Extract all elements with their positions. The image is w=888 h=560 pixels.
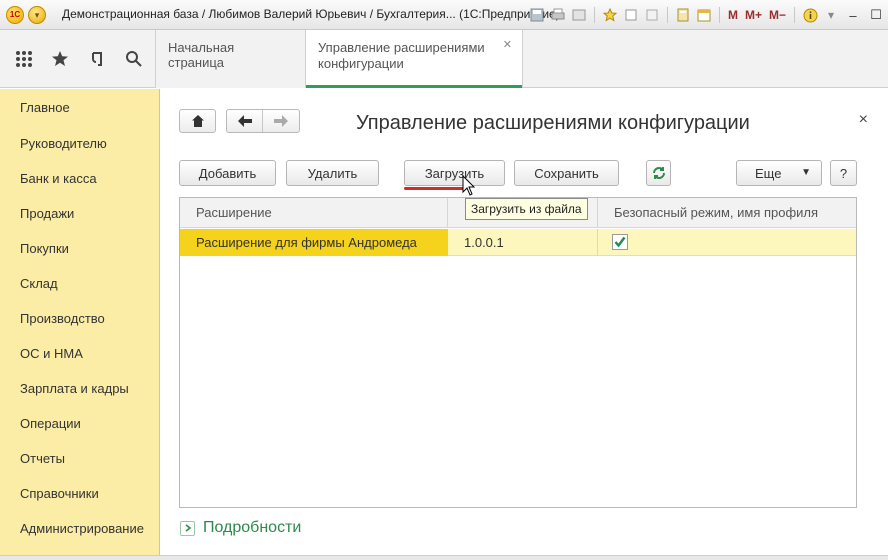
section-bar: Начальная страница Управление расширения…	[0, 30, 888, 88]
separator	[719, 7, 720, 23]
checkmark-icon	[614, 236, 626, 248]
tab-extensions[interactable]: Управление расширениями конфигурации ✕	[305, 30, 523, 88]
column-header-safe-mode[interactable]: Безопасный режим, имя профиля	[598, 198, 856, 228]
memory-plus-button[interactable]: M+	[743, 6, 764, 24]
help-button[interactable]: ?	[830, 160, 857, 186]
titlebar-tools: M M+ M− ▾ – ☐ ✕	[528, 5, 888, 25]
maximize-button[interactable]: ☐	[866, 6, 886, 24]
more-button[interactable]: Еще ▼	[736, 160, 822, 186]
search-icon[interactable]	[122, 47, 146, 71]
apps-grid-icon[interactable]	[12, 47, 36, 71]
history-icon[interactable]	[643, 6, 661, 24]
sidebar-item-manager[interactable]: Руководителю	[0, 126, 159, 161]
calculator-icon[interactable]	[674, 6, 692, 24]
refresh-icon	[652, 167, 665, 179]
print-icon[interactable]	[549, 6, 567, 24]
sidebar-item-sales[interactable]: Продажи	[0, 196, 159, 231]
window-title: Демонстрационная база / Любимов Валерий …	[62, 7, 560, 21]
preview-icon[interactable]	[570, 6, 588, 24]
close-form-button[interactable]: ×	[859, 111, 868, 129]
home-button[interactable]	[179, 109, 216, 133]
sidebar-item-main[interactable]: Главное	[0, 89, 159, 126]
save-icon[interactable]	[528, 6, 546, 24]
arrow-right-icon	[274, 115, 288, 127]
window-titlebar: 1C ▾ Демонстрационная база / Любимов Вал…	[0, 0, 888, 30]
tab-bar: Начальная страница Управление расширения…	[155, 30, 523, 88]
cell-version[interactable]: 1.0.0.1	[448, 229, 598, 256]
separator	[794, 7, 796, 23]
sidebar-item-assets[interactable]: ОС и НМА	[0, 336, 159, 371]
sidebar-item-payroll[interactable]: Зарплата и кадры	[0, 371, 159, 406]
sidebar-item-warehouse[interactable]: Склад	[0, 266, 159, 301]
arrow-left-icon	[237, 115, 252, 127]
highlight-underline	[404, 187, 464, 190]
load-button[interactable]: Загрузить	[404, 160, 505, 186]
delete-button[interactable]: Удалить	[286, 160, 379, 186]
sidebar-item-catalogs[interactable]: Справочники	[0, 476, 159, 511]
sidebar-item-bank[interactable]: Банк и касса	[0, 161, 159, 196]
load-tooltip: Загрузить из файла	[465, 198, 588, 220]
window-bottom-border	[0, 555, 888, 560]
main-content: Управление расширениями конфигурации × Д…	[160, 89, 888, 555]
info-dropdown-icon[interactable]: ▾	[822, 6, 840, 24]
tab-label: Начальная страница	[168, 40, 235, 70]
details-toggle[interactable]: Подробности	[180, 519, 301, 537]
minimize-button[interactable]: –	[843, 6, 863, 24]
sidebar-item-operations[interactable]: Операции	[0, 406, 159, 441]
link-icon[interactable]	[622, 6, 640, 24]
favorites-star-icon[interactable]	[48, 47, 72, 71]
main-menu-icon[interactable]: ▾	[28, 6, 46, 24]
history-icon[interactable]	[86, 47, 110, 71]
sidebar-item-reports[interactable]: Отчеты	[0, 441, 159, 476]
column-header-extension[interactable]: Расширение	[180, 198, 448, 228]
memory-minus-button[interactable]: M−	[767, 6, 788, 24]
mouse-cursor-icon	[462, 175, 476, 196]
nav-history-group	[226, 109, 300, 133]
calendar-icon[interactable]	[695, 6, 713, 24]
sidebar-item-purchases[interactable]: Покупки	[0, 231, 159, 266]
chevron-down-icon: ▼	[801, 167, 811, 178]
memory-button[interactable]: M	[726, 6, 740, 24]
safe-mode-checkbox[interactable]	[612, 234, 628, 250]
save-button[interactable]: Сохранить	[514, 160, 619, 186]
home-icon	[191, 115, 204, 127]
tab-home[interactable]: Начальная страница	[155, 30, 305, 88]
app-logo-icon: 1C	[6, 6, 24, 24]
refresh-button[interactable]	[646, 160, 671, 186]
cell-extension-name[interactable]: Расширение для фирмы Андромеда	[180, 229, 448, 256]
add-button[interactable]: Добавить	[179, 160, 276, 186]
tab-close-icon[interactable]: ✕	[503, 38, 512, 51]
info-icon[interactable]	[801, 6, 819, 24]
extensions-table: Расширение Безопасный режим, имя профиля…	[179, 197, 857, 508]
details-label: Подробности	[203, 519, 302, 536]
page-title: Управление расширениями конфигурации	[356, 112, 750, 134]
tab-active-indicator	[306, 85, 522, 88]
separator	[667, 7, 668, 23]
chevron-right-icon	[180, 520, 195, 536]
more-label: Еще	[755, 165, 782, 181]
back-button[interactable]	[227, 110, 263, 132]
separator	[594, 7, 595, 23]
sidebar-item-production[interactable]: Производство	[0, 301, 159, 336]
table-row[interactable]: Расширение для фирмы Андромеда 1.0.0.1	[180, 229, 856, 256]
sidebar-item-admin[interactable]: Администрирование	[0, 511, 159, 546]
forward-button[interactable]	[263, 110, 299, 132]
tab-label: Управление расширениями конфигурации	[318, 40, 485, 71]
favorites-icon[interactable]	[601, 6, 619, 24]
sidebar: Главное Руководителю Банк и касса Продаж…	[0, 89, 160, 555]
